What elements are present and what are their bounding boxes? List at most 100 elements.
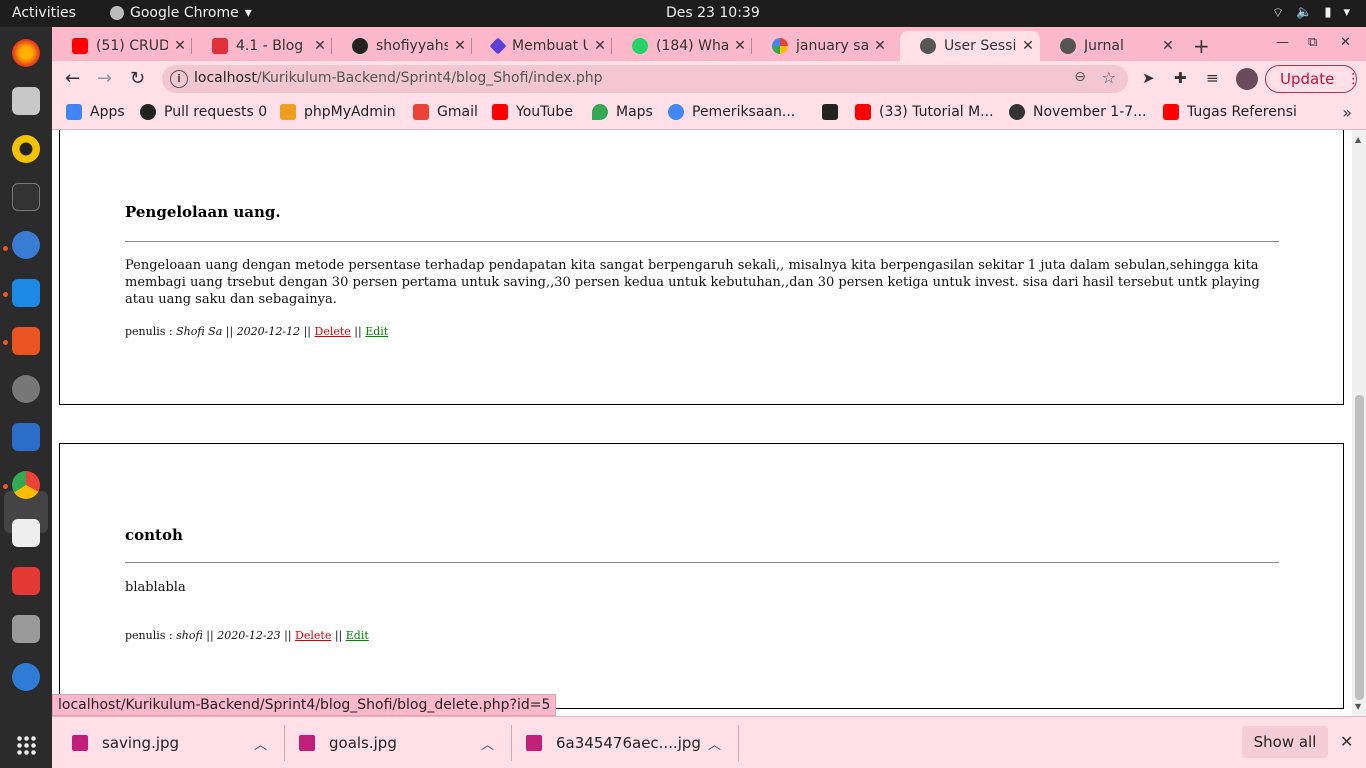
anydesk-icon[interactable] — [12, 567, 40, 595]
post-author: shofi — [176, 629, 203, 642]
tab-user-session[interactable]: User Sessio ✕ — [900, 31, 1040, 61]
tab-close-icon[interactable]: ✕ — [308, 38, 332, 54]
chevron-up-icon[interactable]: ︿ — [708, 734, 721, 753]
scroll-down-icon[interactable]: ▼ — [1355, 702, 1361, 711]
terminal-icon[interactable] — [12, 183, 40, 211]
tab-google[interactable]: january sav ✕ — [752, 31, 892, 61]
thunderbird-icon[interactable] — [12, 231, 40, 259]
tab-jurnal[interactable]: Jurnal ✕ — [1040, 31, 1180, 61]
update-button[interactable]: Update ⋮ — [1265, 65, 1360, 93]
maximize-icon[interactable]: ⧉ — [1308, 35, 1317, 50]
bookmark-november[interactable]: November 1-7... — [1009, 104, 1147, 120]
power-menu-icon: ▾ — [1343, 5, 1350, 20]
scroll-up-icon[interactable]: ▲ — [1355, 135, 1361, 144]
gmail-icon — [413, 104, 429, 120]
firefox-icon[interactable] — [12, 39, 40, 67]
show-applications-icon[interactable] — [16, 735, 36, 755]
download-separator — [738, 725, 739, 761]
download-item[interactable]: goals.jpg ︿ — [299, 717, 511, 768]
forward-icon[interactable]: → — [97, 68, 112, 89]
minimize-icon[interactable]: — — [1276, 35, 1289, 50]
download-separator — [284, 725, 285, 761]
volume-icon: 🔈 — [1296, 5, 1313, 20]
tab-crud[interactable]: (51) CRUD P ✕ — [52, 31, 192, 61]
vscode-icon[interactable] — [12, 279, 40, 307]
reload-icon[interactable]: ↻ — [130, 68, 145, 89]
bookmark-pull-requests[interactable]: Pull requests 0 — [140, 104, 267, 120]
bookmark-unsplash[interactable] — [822, 104, 846, 120]
rhythmbox-icon[interactable] — [12, 135, 40, 163]
google-icon — [772, 38, 788, 54]
close-downloads-icon[interactable]: ✕ — [1340, 732, 1353, 751]
media-control-icon[interactable]: ≡ — [1206, 69, 1219, 87]
image-viewer-icon[interactable] — [12, 615, 40, 643]
apps-grid-icon — [66, 104, 82, 120]
app-menu[interactable]: Google Chrome ▾ — [110, 5, 252, 21]
tab-blog[interactable]: 4.1 - Blog S ✕ — [192, 31, 332, 61]
tab-close-icon[interactable]: ✕ — [1016, 38, 1040, 54]
delete-link[interactable]: Delete — [295, 629, 331, 642]
running-indicator — [3, 246, 8, 251]
close-window-icon[interactable]: ✕ — [1340, 35, 1351, 50]
back-icon[interactable]: ← — [65, 68, 80, 89]
post-card: contoh blablabla penulis : shofi || 2020… — [59, 443, 1344, 709]
youtube-icon — [72, 38, 88, 54]
scrollbar-thumb[interactable] — [1355, 395, 1364, 700]
url-text[interactable]: localhost/Kurikulum-Backend/Sprint4/blog… — [194, 70, 603, 86]
edit-link[interactable]: Edit — [346, 629, 369, 642]
bookmark-tutorial[interactable]: (33) Tutorial M... — [855, 104, 994, 120]
download-shelf: saving.jpg ︿ goals.jpg ︿ 6a345476aec....… — [52, 716, 1366, 768]
help-icon[interactable] — [12, 663, 40, 691]
profile-avatar[interactable] — [1236, 68, 1258, 90]
youtube-icon — [492, 104, 508, 120]
bookmark-star-icon[interactable]: ☆ — [1102, 68, 1116, 87]
activities-button[interactable]: Activities — [12, 5, 76, 21]
bookmark-pemeriksaan[interactable]: Pemeriksaan... — [668, 104, 795, 120]
bookmark-youtube[interactable]: YouTube — [492, 104, 573, 120]
tab-close-icon[interactable]: ✕ — [168, 38, 192, 54]
tab-close-icon[interactable]: ✕ — [1156, 38, 1180, 54]
new-tab-button[interactable]: + — [1193, 34, 1210, 58]
tab-close-icon[interactable]: ✕ — [728, 38, 752, 54]
bookmark-maps[interactable]: Maps — [592, 104, 653, 120]
zoom-icon[interactable]: ⊖ — [1074, 69, 1086, 85]
globe-icon — [1060, 38, 1076, 54]
system-tray[interactable]: ⌔ 🔈 ▮ ▾ — [1272, 5, 1350, 21]
tab-label: User Sessio — [944, 38, 1016, 54]
files-icon[interactable] — [12, 87, 40, 115]
tab-whatsapp[interactable]: (184) What ✕ — [612, 31, 752, 61]
tab-label: (51) CRUD P — [96, 38, 168, 54]
clock[interactable]: Des 23 10:39 — [666, 5, 760, 21]
tab-github[interactable]: shofiyyahsa ✕ — [332, 31, 472, 61]
tab-membuat[interactable]: Membuat U ✕ — [472, 31, 612, 61]
extensions-icon[interactable]: ✚ — [1174, 69, 1187, 87]
site-info-icon[interactable]: i — [170, 70, 188, 88]
tab-close-icon[interactable]: ✕ — [588, 38, 612, 54]
software-center-icon[interactable] — [12, 327, 40, 355]
chevron-up-icon[interactable]: ︿ — [254, 734, 267, 753]
youtube-icon — [1163, 104, 1179, 120]
diamond-icon — [489, 37, 507, 55]
tab-close-icon[interactable]: ✕ — [448, 38, 472, 54]
download-item[interactable]: saving.jpg ︿ — [72, 717, 284, 768]
bookmark-tugas-referensi[interactable]: Tugas Referensi — [1163, 104, 1297, 120]
writer-icon[interactable] — [12, 423, 40, 451]
cursor-extension-icon[interactable]: ➤ — [1142, 69, 1155, 87]
bookmarks-overflow-icon[interactable]: » — [1342, 103, 1352, 122]
chrome-dock-icon[interactable] — [12, 471, 40, 499]
tab-close-icon[interactable]: ✕ — [868, 38, 892, 54]
page-scrollbar[interactable]: ▲ ▼ — [1352, 130, 1366, 716]
bookmark-gmail[interactable]: Gmail — [413, 104, 478, 120]
update-label: Update — [1280, 70, 1335, 88]
address-bar[interactable]: i localhost/Kurikulum-Backend/Sprint4/bl… — [162, 65, 1128, 93]
delete-link[interactable]: Delete — [315, 325, 351, 338]
bookmark-phpmyadmin[interactable]: phpMyAdmin — [280, 104, 396, 120]
chevron-up-icon[interactable]: ︿ — [481, 734, 494, 753]
download-item[interactable]: 6a345476aec....jpg ︿ — [526, 717, 738, 768]
menu-kebab-icon[interactable]: ⋮ — [1346, 71, 1360, 87]
text-editor-icon[interactable] — [12, 519, 40, 547]
settings-icon[interactable] — [12, 375, 40, 403]
edit-link[interactable]: Edit — [365, 325, 388, 338]
show-all-button[interactable]: Show all — [1242, 726, 1328, 758]
bookmark-apps[interactable]: Apps — [66, 104, 125, 120]
